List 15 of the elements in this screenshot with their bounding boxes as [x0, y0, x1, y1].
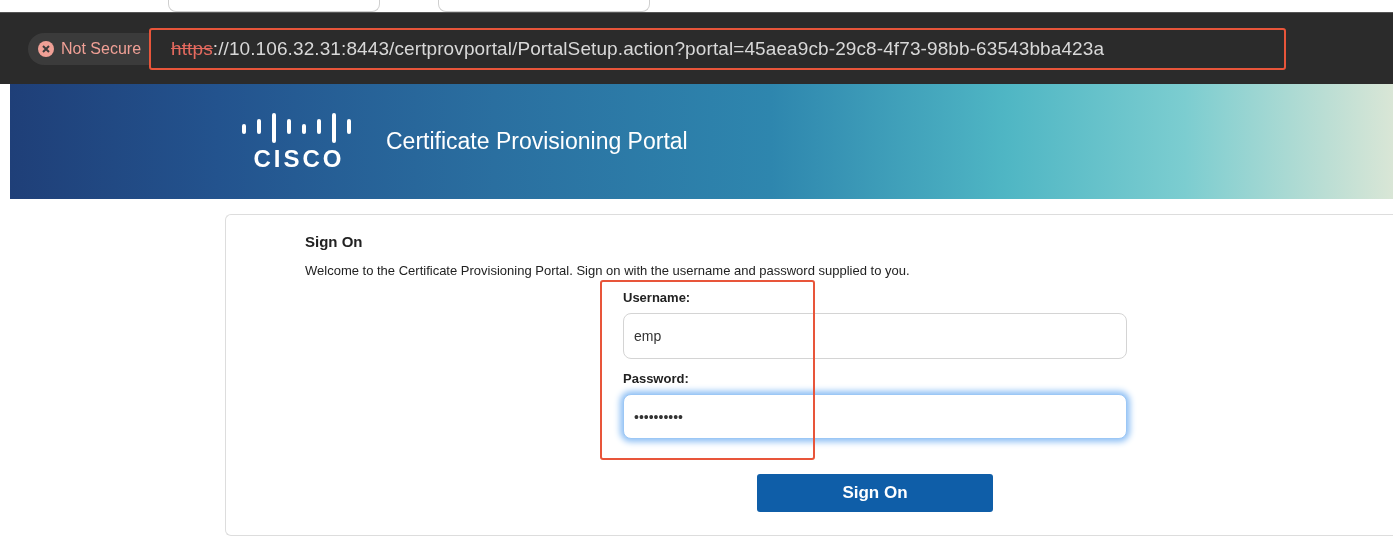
security-badge[interactable]: Not Secure [28, 32, 150, 65]
sign-on-button[interactable]: Sign On [757, 474, 993, 512]
address-bar[interactable]: https://10.106.32.31:8443/certprovportal/PortalSetup.action?portal=45aea9cb-29c8-4f73-98bb-63543bba423a [149, 27, 1287, 70]
input-field[interactable]: emp [623, 313, 1127, 359]
browser-tab[interactable] [438, 0, 650, 12]
field-label: Username: [623, 290, 692, 305]
logo-text: CISCO [253, 146, 345, 171]
welcome-message: Welcome to the Certificate Provisioning Portal. Sign on with the username and password supplied to you. [305, 263, 911, 278]
field-label: Password: [623, 371, 690, 386]
input-field[interactable]: •••••••••• [623, 394, 1127, 439]
portal-title: Certificate Provisioning Portal [386, 128, 688, 155]
url-text: https://10.106.32.31:8443/certprovportal/PortalSetup.action?portal=45aea9cb-29c8-4f73-98bb-63543bba423a [171, 37, 1105, 60]
warning-icon [38, 40, 54, 57]
browser-tab[interactable] [168, 0, 380, 12]
card-heading: Sign On [305, 233, 364, 250]
